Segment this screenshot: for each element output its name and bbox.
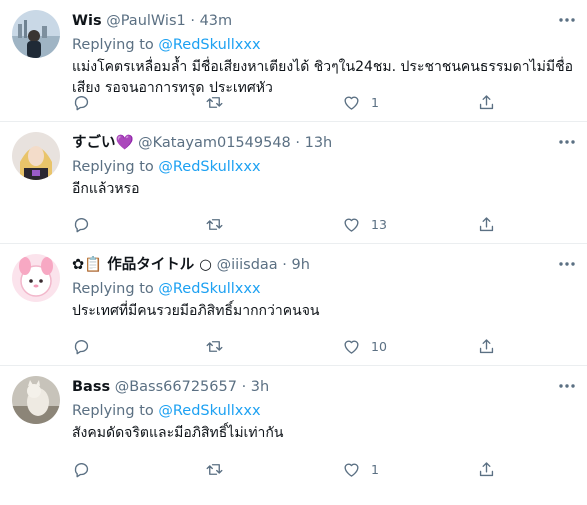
tweet-text: อีกแล้วหรอ: [72, 181, 140, 197]
display-name[interactable]: Bass: [72, 379, 110, 395]
like-count: 1: [371, 94, 379, 110]
reply-feed: Wis @PaulWis1 · 43m Replying to @RedSkul…: [0, 0, 587, 488]
mention-link[interactable]: @RedSkullxxx: [158, 159, 260, 175]
replying-prefix: Replying to: [72, 159, 154, 175]
avatar[interactable]: [12, 10, 60, 58]
reply-button[interactable]: [72, 91, 101, 113]
reply-icon: [74, 339, 89, 354]
display-name[interactable]: ✿📋 作品タイトル ○: [72, 257, 212, 273]
display-name[interactable]: すごい: [72, 135, 116, 151]
tweet[interactable]: Bass @Bass66725657 · 3h Replying to @Red…: [0, 366, 587, 488]
replying-prefix: Replying to: [72, 37, 154, 53]
tweet[interactable]: ✿📋 作品タイトル ○ @iiisdaa · 9h Replying to @R…: [0, 244, 587, 366]
more-icon[interactable]: [557, 254, 577, 274]
retweet-icon: [206, 340, 223, 352]
timestamp[interactable]: 13h: [305, 135, 333, 151]
reply-icon: [74, 95, 89, 110]
tweet[interactable]: Wis @PaulWis1 · 43m Replying to @RedSkul…: [0, 0, 587, 122]
avatar[interactable]: [12, 376, 60, 424]
share-icon: [479, 216, 494, 231]
like-icon: [344, 463, 359, 477]
like-button[interactable]: 10: [342, 335, 387, 357]
tweet-actions: 10: [72, 335, 575, 357]
separator-dot: ·: [282, 257, 287, 273]
more-icon[interactable]: [557, 132, 577, 152]
tweet-header: すごい💜 @Katayam01549548 · 13h: [72, 132, 575, 154]
separator-dot: ·: [295, 135, 300, 151]
share-icon: [479, 338, 494, 353]
like-button[interactable]: 1: [342, 458, 379, 480]
share-button[interactable]: [477, 458, 496, 480]
retweet-icon: [206, 96, 223, 108]
reply-button[interactable]: [72, 335, 101, 357]
like-button[interactable]: 13: [342, 213, 387, 235]
share-icon: [479, 94, 494, 109]
separator-dot: ·: [241, 379, 247, 395]
retweet-icon: [206, 463, 223, 475]
reply-icon: [74, 462, 89, 477]
mention-link[interactable]: @RedSkullxxx: [158, 403, 260, 419]
display-name[interactable]: Wis: [72, 13, 102, 29]
reply-button[interactable]: [72, 213, 101, 235]
like-count: 1: [371, 461, 379, 477]
reply-icon: [74, 217, 89, 232]
retweet-button[interactable]: [205, 335, 234, 357]
share-button[interactable]: [477, 91, 496, 113]
reply-button[interactable]: [72, 458, 101, 480]
retweet-button[interactable]: [205, 213, 234, 235]
purple-heart-icon: 💜: [115, 135, 134, 151]
tweet-text: ประเทศที่มีคนรวยมีอภิสิทธิ์มากกว่าคนจน: [72, 303, 320, 319]
user-handle[interactable]: @PaulWis1: [106, 13, 186, 29]
tweet-header: ✿📋 作品タイトル ○ @iiisdaa · 9h: [72, 254, 575, 276]
share-icon: [479, 461, 494, 476]
tweet-header: Bass @Bass66725657 · 3h: [72, 376, 575, 398]
replying-to: Replying to @RedSkullxxx: [72, 401, 575, 421]
avatar[interactable]: [12, 132, 60, 180]
replying-prefix: Replying to: [72, 281, 154, 297]
mention-link[interactable]: @RedSkullxxx: [158, 281, 260, 297]
user-handle[interactable]: @Bass66725657: [115, 379, 237, 395]
tweet-text: สังคมดัดจริตและมีอภิสิทธิ์ไม่เท่ากัน: [72, 425, 284, 441]
tweet[interactable]: すごい💜 @Katayam01549548 · 13h Replying to …: [0, 122, 587, 244]
replying-to: Replying to @RedSkullxxx: [72, 279, 575, 299]
share-button[interactable]: [477, 335, 496, 357]
more-icon[interactable]: [557, 10, 577, 30]
like-count: 10: [371, 338, 387, 354]
tweet-header: Wis @PaulWis1 · 43m: [72, 10, 575, 32]
replying-to: Replying to @RedSkullxxx: [72, 157, 575, 177]
like-button[interactable]: 1: [342, 91, 379, 113]
tweet-actions: 13: [72, 213, 575, 235]
timestamp[interactable]: 43m: [200, 13, 233, 29]
tweet-actions: 1: [72, 91, 575, 113]
replying-to: Replying to @RedSkullxxx: [72, 35, 575, 55]
user-handle[interactable]: @iiisdaa: [217, 257, 278, 273]
user-handle[interactable]: @Katayam01549548: [138, 135, 291, 151]
separator-dot: ·: [190, 13, 195, 29]
mention-link[interactable]: @RedSkullxxx: [158, 37, 260, 53]
replying-prefix: Replying to: [72, 403, 154, 419]
more-icon[interactable]: [557, 376, 577, 396]
retweet-button[interactable]: [205, 458, 234, 480]
like-count: 13: [371, 216, 387, 232]
like-icon: [344, 96, 359, 110]
avatar[interactable]: [12, 254, 60, 302]
timestamp[interactable]: 9h: [292, 257, 310, 273]
tweet-actions: 1: [72, 458, 575, 480]
retweet-button[interactable]: [205, 91, 234, 113]
timestamp[interactable]: 3h: [251, 379, 269, 395]
share-button[interactable]: [477, 213, 496, 235]
retweet-icon: [206, 218, 223, 230]
like-icon: [344, 218, 359, 232]
like-icon: [344, 340, 359, 354]
